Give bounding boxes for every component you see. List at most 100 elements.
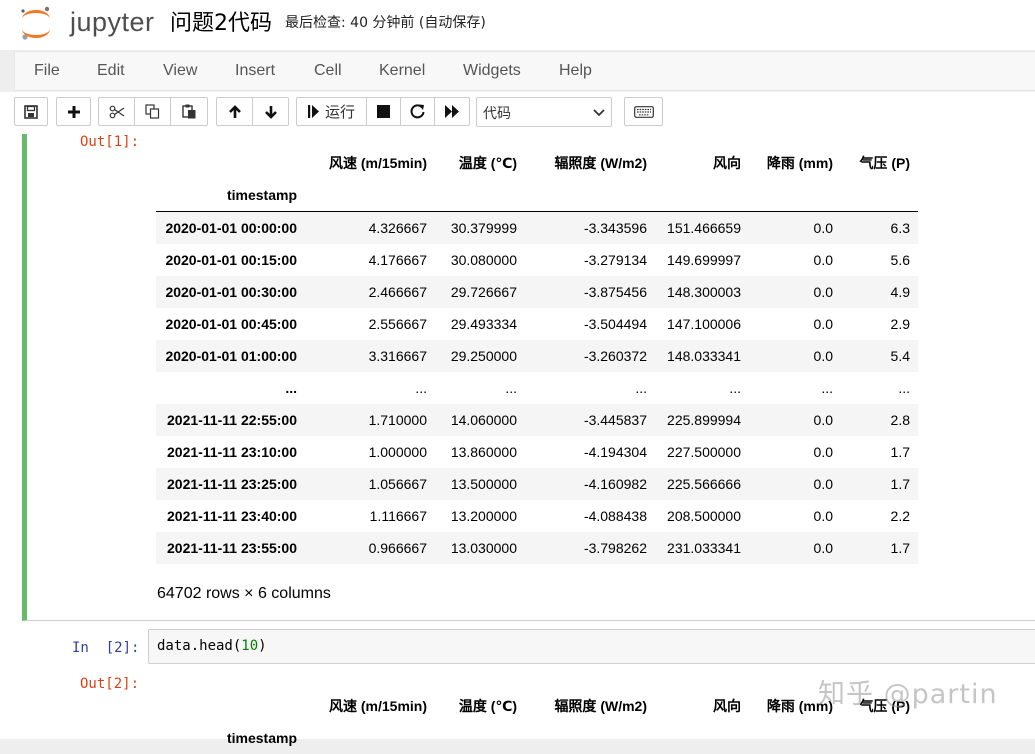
table-cell: 227.500000: [667, 444, 741, 460]
table-row: 2021-11-11 23:55:00 0.966667 13.030000 -3.7…: [156, 532, 918, 564]
column-header: 辐照度 (W/m2): [554, 155, 647, 171]
code-line[interactable]: data.head(10): [157, 638, 267, 654]
table-cell: 1.116667: [369, 508, 427, 524]
table-row: 2020-01-01 00:15:00 4.176667 30.080000 -3.2…: [156, 244, 918, 276]
menu-help[interactable]: Help: [559, 62, 592, 80]
run-label: 运行: [324, 103, 355, 121]
table-row: 2020-01-01 01:00:00 3.316667 29.250000 -3.2…: [156, 340, 918, 372]
row-index: 2021-11-11 23:55:00: [167, 540, 297, 556]
notebook-container: Out[1]: 风速 (m/15min) 温度 (℃) 辐照度 (W/m2) 风…: [0, 134, 1035, 746]
table-cell: 6.3: [890, 220, 910, 236]
table-cell: 1.7: [890, 540, 910, 556]
interrupt-button[interactable]: [367, 98, 401, 125]
table-cell: 0.0: [813, 508, 833, 524]
table-row: 2020-01-01 00:30:00 2.466667 29.726667 -3.8…: [156, 276, 918, 308]
row-index: 2020-01-01 01:00:00: [165, 348, 297, 364]
zhihu-watermark: 知乎 @partin: [818, 679, 998, 710]
restart-run-all-button[interactable]: [435, 98, 469, 125]
column-header: 气压 (P): [859, 155, 910, 171]
table-cell: 0.0: [813, 540, 833, 556]
code-paren: ): [258, 638, 267, 654]
table-cell: 149.699997: [667, 252, 741, 268]
move-up-button[interactable]: [217, 98, 253, 125]
table-cell: 208.500000: [667, 508, 741, 524]
table-row: 2021-11-11 23:40:00 1.116667 13.200000 -4.0…: [156, 500, 918, 532]
paste-icon: [181, 104, 195, 119]
in-prompt-2: In [2]:: [72, 640, 140, 656]
index-name: timestamp: [226, 187, 297, 203]
row-index: 2020-01-01 00:15:00: [165, 252, 297, 268]
row-index: 2021-11-11 23:40:00: [167, 508, 297, 524]
column-header: 温度 (℃): [458, 698, 517, 714]
restart-button[interactable]: [401, 98, 435, 125]
table-cell: 4.176667: [368, 252, 427, 268]
table-cell: 0.0: [813, 252, 833, 268]
table-cell: 30.080000: [450, 252, 517, 268]
notebook-name[interactable]: 问题2代码: [170, 5, 272, 37]
table-cell: 0.0: [813, 412, 833, 428]
table-cell: 30.379999: [450, 220, 517, 236]
cut-button[interactable]: [99, 98, 135, 125]
table-cell: 5.6: [890, 252, 910, 268]
menu-cell[interactable]: Cell: [314, 62, 342, 80]
column-header: 风速 (m/15min): [328, 698, 427, 714]
out-prompt-1: Out[1]:: [80, 134, 140, 150]
table-cell: 4.326667: [368, 220, 427, 236]
chevron-down-icon: [593, 109, 605, 117]
table-cell: -3.875456: [583, 284, 647, 300]
menu-widgets[interactable]: Widgets: [463, 62, 521, 80]
table-cell: ...: [415, 380, 427, 396]
keyboard-group: [624, 97, 663, 126]
code-number: 10: [241, 638, 259, 654]
jupyter-logo-text: jupyter: [70, 7, 155, 37]
table-cell: 4.9: [890, 284, 910, 300]
index-name: timestamp: [226, 730, 297, 746]
jupyter-logo-icon: [21, 6, 50, 40]
table-cell: ...: [635, 380, 647, 396]
move-group: [216, 97, 289, 126]
scissors-icon: [109, 105, 124, 118]
checkpoint-status: 最后检查: 40 分钟前 (自动保存): [285, 15, 486, 31]
paste-button[interactable]: [171, 98, 207, 125]
table-row: .....................: [156, 372, 918, 404]
table-cell: -3.504494: [583, 316, 647, 332]
insert-cell-button[interactable]: [57, 98, 90, 125]
table-cell: 0.0: [813, 476, 833, 492]
table-cell: -3.445837: [583, 412, 647, 428]
table-cell: 148.300003: [667, 284, 741, 300]
menu-view[interactable]: View: [163, 62, 197, 80]
column-header: 辐照度 (W/m2): [554, 698, 647, 714]
row-index: 2021-11-11 23:10:00: [167, 444, 297, 460]
restart-icon: [410, 104, 425, 119]
move-down-button[interactable]: [253, 98, 288, 125]
table-cell: 2.556667: [368, 316, 427, 332]
table-cell: -3.260372: [583, 348, 647, 364]
copy-icon: [145, 104, 160, 119]
code-input-2[interactable]: data.head(10): [148, 629, 1035, 664]
menu-edit[interactable]: Edit: [97, 62, 125, 80]
column-header: 风速 (m/15min): [328, 155, 427, 171]
table-cell: 1.056667: [368, 476, 427, 492]
out-prompt-2: Out[2]:: [80, 676, 140, 692]
column-header: 温度 (℃): [458, 155, 517, 171]
table-row: 2020-01-01 00:00:00 4.326667 30.379999 -3.3…: [156, 211, 918, 244]
copy-button[interactable]: [135, 98, 171, 125]
table-cell: -3.798262: [583, 540, 647, 556]
cell-type-select[interactable]: 代码: [476, 97, 612, 127]
menu-insert[interactable]: Insert: [235, 62, 275, 80]
table-cell: ...: [729, 380, 741, 396]
table-cell: ...: [505, 380, 517, 396]
menu-file[interactable]: File: [34, 62, 60, 80]
save-button[interactable]: [15, 98, 47, 125]
menu-kernel[interactable]: Kernel: [379, 62, 425, 80]
table-cell: 13.500000: [450, 476, 517, 492]
table-cell: 1.7: [890, 476, 910, 492]
table-cell: 29.726667: [450, 284, 517, 300]
run-button[interactable]: 运行: [297, 98, 367, 125]
table-cell: 225.899994: [667, 412, 741, 428]
jupyter-logo[interactable]: jupyter: [18, 3, 158, 43]
table-cell: -4.088438: [583, 508, 647, 524]
command-palette-button[interactable]: [625, 98, 662, 125]
clipboard-group: [98, 97, 208, 126]
table-cell: 225.566666: [667, 476, 741, 492]
